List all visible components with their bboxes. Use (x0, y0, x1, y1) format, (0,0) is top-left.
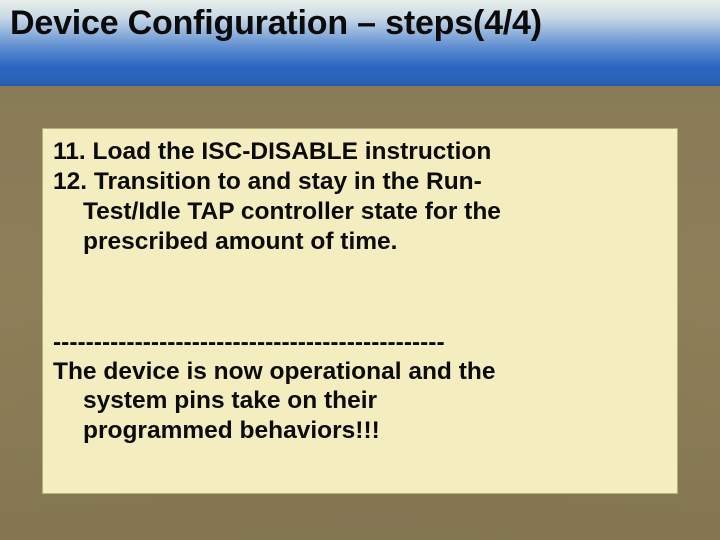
conclusion-line-2: system pins take on their (53, 386, 667, 416)
divider-line: ----------------------------------------… (53, 329, 667, 357)
step-12-line-3: prescribed amount of time. (53, 227, 667, 257)
title-band: Device Configuration – steps(4/4) (0, 0, 720, 86)
content-box: 11. Load the ISC-DISABLE instruction 12.… (42, 128, 678, 494)
step-11: 11. Load the ISC-DISABLE instruction (53, 137, 667, 167)
spacer (53, 257, 667, 329)
slide: Device Configuration – steps(4/4) 11. Lo… (0, 0, 720, 540)
conclusion-line-1: The device is now operational and the (53, 357, 667, 387)
conclusion-line-3: programmed behaviors!!! (53, 416, 667, 446)
step-12-line-2: Test/Idle TAP controller state for the (53, 197, 667, 227)
slide-title: Device Configuration – steps(4/4) (10, 4, 542, 43)
step-12-line-1: 12. Transition to and stay in the Run- (53, 167, 667, 197)
